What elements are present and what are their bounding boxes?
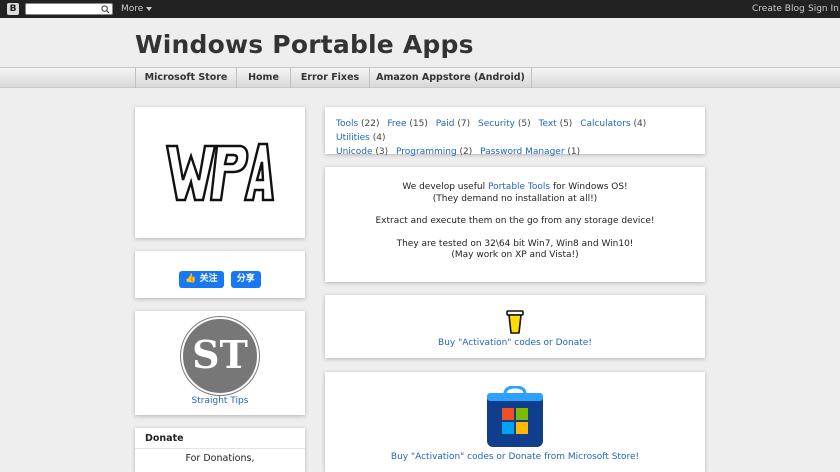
st-logo-text: ST xyxy=(192,332,248,377)
label-link[interactable]: Calculators xyxy=(580,119,630,129)
follow-button[interactable]: 👍 关注 xyxy=(179,271,224,288)
label-item: Utilities (4) xyxy=(336,133,386,143)
tab-home[interactable]: Home xyxy=(237,68,291,88)
label-item: Tools (22) xyxy=(336,119,380,129)
portable-tools-link[interactable]: Portable Tools xyxy=(488,182,550,192)
microsoft-store-icon[interactable] xyxy=(485,386,545,448)
intro-line1-pre: We develop useful xyxy=(402,182,488,192)
more-label: More xyxy=(121,4,144,14)
label-count: (22) xyxy=(361,119,380,129)
top-navbar: B More Create Blog Sign In xyxy=(0,0,840,18)
label-count: (1) xyxy=(567,147,581,157)
follow-label: 关注 xyxy=(199,274,218,284)
label-count: (5) xyxy=(559,119,573,129)
wpa-logo-card xyxy=(135,107,305,238)
divider xyxy=(135,448,305,449)
label-count: (3) xyxy=(375,147,389,157)
search-input[interactable] xyxy=(25,3,113,15)
label-link[interactable]: Text xyxy=(538,119,556,129)
wpa-logo-icon[interactable] xyxy=(163,140,275,210)
label-count: (7) xyxy=(457,119,471,129)
buy-activation-store-link[interactable]: Buy "Activation" codes or Donate from Mi… xyxy=(325,452,705,462)
label-link[interactable]: Paid xyxy=(436,119,455,129)
more-menu-button[interactable]: More xyxy=(121,4,153,14)
label-item: Programming (2) xyxy=(396,147,472,157)
label-link[interactable]: Utilities xyxy=(336,133,370,143)
thumbs-up-icon: 👍 xyxy=(185,274,197,284)
tab-error-fixes[interactable]: Error Fixes xyxy=(291,68,370,88)
caret-down-icon xyxy=(146,6,153,11)
site-title[interactable]: Windows Portable Apps xyxy=(135,30,474,59)
buy-activation-donate-link[interactable]: Buy "Activation" codes or Donate! xyxy=(325,338,705,348)
page-tabs: Microsoft Store Home Error Fixes Amazon … xyxy=(0,67,840,88)
label-count: (2) xyxy=(459,147,473,157)
search-icon[interactable] xyxy=(101,5,110,14)
label-item: Calculators (4) xyxy=(580,119,646,129)
sign-in-link[interactable]: Sign In xyxy=(808,4,839,14)
intro-line2: (They demand no installation at all!) xyxy=(432,193,598,204)
activation-donate-card: Buy "Activation" codes or Donate! xyxy=(325,295,705,358)
donate-title: Donate xyxy=(145,433,184,444)
straight-tips-logo-icon[interactable]: ST xyxy=(181,317,259,395)
label-item: Unicode (3) xyxy=(336,147,388,157)
blogger-logo-icon[interactable]: B xyxy=(7,3,19,15)
intro-card: We develop useful Portable Tools for Win… xyxy=(325,167,705,282)
label-link[interactable]: Programming xyxy=(396,147,457,157)
tab-microsoft-store[interactable]: Microsoft Store xyxy=(135,68,237,88)
label-item: Security (5) xyxy=(478,119,531,129)
label-count: (4) xyxy=(633,119,647,129)
label-item: Password Manager (1) xyxy=(480,147,580,157)
coffee-cup-icon[interactable] xyxy=(506,309,524,335)
labels-card: Tools (22) Free (15) Paid (7) Security (… xyxy=(325,107,705,157)
label-item: Text (5) xyxy=(538,119,572,129)
label-link[interactable]: Free xyxy=(387,119,406,129)
donate-text: For Donations, xyxy=(185,453,255,464)
social-card: 👍 关注 分享 xyxy=(135,251,305,298)
label-link[interactable]: Unicode xyxy=(336,147,373,157)
intro-line3: Extract and execute them on the go from … xyxy=(375,216,655,226)
label-link[interactable]: Password Manager xyxy=(480,147,564,157)
label-count: (15) xyxy=(409,119,428,129)
share-button[interactable]: 分享 xyxy=(230,271,261,288)
donate-widget: Donate For Donations, xyxy=(135,428,305,472)
label-item: Paid (7) xyxy=(436,119,470,129)
tab-amazon-appstore[interactable]: Amazon Appstore (Android) xyxy=(370,68,532,88)
intro-line5: (May work on XP and Vista!) xyxy=(451,250,579,260)
intro-text: We develop useful Portable Tools for Win… xyxy=(325,182,705,273)
intro-line1-post: for Windows OS! xyxy=(550,182,628,192)
labels-list: Tools (22) Free (15) Paid (7) Security (… xyxy=(336,117,696,159)
straight-tips-link[interactable]: Straight Tips xyxy=(135,396,305,406)
label-count: (4) xyxy=(372,133,386,143)
label-item: Free (15) xyxy=(387,119,427,129)
label-count: (5) xyxy=(517,119,531,129)
create-blog-link[interactable]: Create Blog xyxy=(752,4,805,14)
label-link[interactable]: Security xyxy=(478,119,515,129)
microsoft-store-card: Buy "Activation" codes or Donate from Mi… xyxy=(325,372,705,472)
straight-tips-card: ST Straight Tips xyxy=(135,311,305,415)
intro-line4: They are tested on 32\64 bit Win7, Win8 … xyxy=(396,238,634,249)
label-link[interactable]: Tools xyxy=(336,119,358,129)
